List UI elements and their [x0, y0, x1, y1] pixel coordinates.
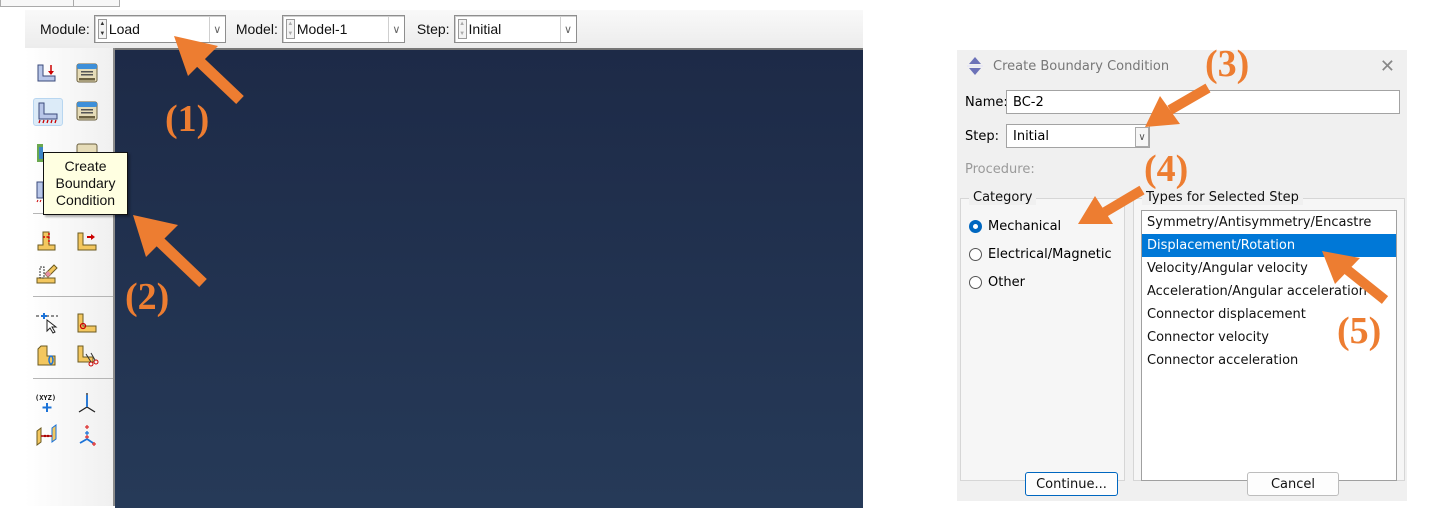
create-boundary-condition-dialog: Create Boundary Condition ✕ Name: BC-2 S…	[957, 50, 1407, 501]
step-combo[interactable]: ▲ ▼ Initial ∨	[453, 15, 577, 43]
create-boundary-condition-button[interactable]	[33, 98, 63, 126]
triad-icon	[79, 425, 96, 446]
surface-icon	[77, 313, 97, 333]
tooltip: Create Boundary Condition	[43, 152, 128, 215]
module-combo[interactable]: ▲ ▼ Load ∨	[93, 15, 226, 43]
create-connector-button[interactable]	[33, 422, 61, 448]
load-manager-button[interactable]	[73, 60, 101, 86]
step-select[interactable]: Initial ∨	[1006, 124, 1150, 148]
scissors-icon	[77, 345, 99, 367]
datum-axis-button[interactable]	[73, 390, 101, 416]
tooltip-line: Boundary	[55, 175, 116, 191]
module-label: Module:	[40, 21, 90, 37]
datum-tools-button[interactable]	[73, 228, 101, 254]
radio-label: Other	[988, 275, 1025, 290]
boundary-condition-icon	[38, 102, 58, 124]
procedure-row: Procedure:	[965, 162, 1035, 177]
step-label: Step:	[416, 21, 450, 37]
continue-button[interactable]: Continue...	[1025, 472, 1118, 496]
partition-cell-button[interactable]	[33, 342, 61, 368]
dialog-title: Create Boundary Condition	[993, 58, 1170, 74]
context-bar: Module: ▲ ▼ Load ∨ Model: ▲ ▼ Model-1 ∨ St…	[25, 10, 863, 48]
create-load-button[interactable]	[33, 60, 61, 86]
procedure-label: Procedure:	[965, 162, 1035, 177]
axis-icon	[78, 393, 96, 413]
connector-icon	[36, 424, 57, 446]
category-group: Category Mechanical Electrical/Magnetic …	[960, 190, 1125, 481]
step-value: Initial	[468, 21, 502, 37]
tab-strip	[0, 0, 120, 7]
module-spinner[interactable]: ▲ ▼	[97, 19, 107, 39]
close-icon[interactable]: ✕	[1380, 56, 1395, 77]
name-field[interactable]: BC-2	[1006, 90, 1400, 114]
svg-text:(XYZ): (XYZ)	[35, 394, 56, 402]
radio-label: Electrical/Magnetic	[988, 247, 1112, 262]
chevron-down-icon[interactable]: ∨	[559, 16, 576, 42]
bc-manager-button[interactable]	[73, 98, 101, 124]
coordinate-system-icon: (XYZ)	[35, 394, 56, 412]
list-item[interactable]: Connector acceleration	[1142, 349, 1396, 372]
annotation-label-1: (1)	[165, 98, 210, 140]
model-combo[interactable]: ▲ ▼ Model-1 ∨	[281, 15, 405, 43]
toolbox: (XYZ)	[25, 48, 115, 506]
chevron-down-icon[interactable]: ∨	[387, 16, 404, 42]
radio-unchecked-icon[interactable]	[969, 248, 982, 261]
csys-triad-button[interactable]	[73, 422, 101, 448]
chevron-down-icon[interactable]: ∨	[1135, 127, 1149, 147]
annotation-label-5: (5)	[1337, 310, 1382, 352]
toolbox-separator	[33, 378, 113, 379]
list-item-selected[interactable]: Displacement/Rotation	[1142, 234, 1396, 257]
annotation-label-4: (4)	[1144, 148, 1189, 190]
surface-tools-button[interactable]	[73, 310, 101, 336]
radio-checked-icon[interactable]	[969, 220, 982, 233]
chevron-down-icon[interactable]: ∨	[208, 16, 225, 42]
radio-label: Mechanical	[988, 219, 1062, 234]
create-partition-button[interactable]	[33, 228, 61, 254]
create-datum-csys-button[interactable]: (XYZ)	[33, 390, 61, 416]
name-row: Name: BC-2	[965, 90, 1400, 114]
erase-button[interactable]	[33, 260, 61, 286]
types-title: Types for Selected Step	[1142, 190, 1303, 205]
list-item[interactable]: Velocity/Angular velocity	[1142, 257, 1396, 280]
tooltip-line: Create	[64, 158, 107, 174]
load-icon	[37, 64, 56, 82]
list-item[interactable]: Symmetry/Antisymmetry/Encastre	[1142, 211, 1396, 234]
manager-icon	[76, 63, 98, 83]
annotation-label-3: (3)	[1205, 43, 1250, 85]
radio-electrical-magnetic[interactable]: Electrical/Magnetic	[969, 247, 1112, 262]
query-icon	[36, 313, 58, 334]
partition-cell-icon	[37, 345, 56, 366]
model-value: Model-1	[296, 21, 348, 37]
module-value: Load	[108, 21, 140, 37]
annotation-label-2: (2)	[125, 276, 170, 318]
eraser-icon	[36, 264, 58, 284]
partition-icon	[37, 231, 56, 251]
step-spinner[interactable]: ▲ ▼	[457, 19, 467, 39]
toolbox-separator	[33, 296, 113, 297]
step-label: Step:	[965, 128, 999, 144]
manager-icon	[76, 101, 98, 121]
tooltip-line: Condition	[55, 192, 116, 208]
radio-unchecked-icon[interactable]	[969, 276, 982, 289]
list-item[interactable]: Acceleration/Angular acceleration	[1142, 280, 1396, 303]
datum-icon	[77, 232, 97, 251]
graphics-viewport[interactable]	[115, 48, 863, 508]
radio-other[interactable]: Other	[969, 275, 1025, 290]
boundary-condition-dialog-icon	[967, 57, 983, 75]
step-row: Step: Initial ∨	[965, 124, 1150, 148]
model-spinner[interactable]: ▲ ▼	[285, 19, 295, 39]
model-label: Model:	[235, 21, 278, 37]
cancel-button[interactable]: Cancel	[1247, 472, 1339, 496]
radio-mechanical[interactable]: Mechanical	[969, 219, 1061, 234]
category-title: Category	[969, 190, 1037, 205]
cut-tools-button[interactable]	[73, 342, 101, 368]
name-value: BC-2	[1013, 94, 1044, 110]
query-tools-button[interactable]	[33, 310, 61, 336]
dialog-title-bar[interactable]: Create Boundary Condition ✕	[957, 50, 1407, 82]
name-label: Name:	[965, 94, 1008, 110]
step-select-value: Initial	[1013, 128, 1049, 144]
